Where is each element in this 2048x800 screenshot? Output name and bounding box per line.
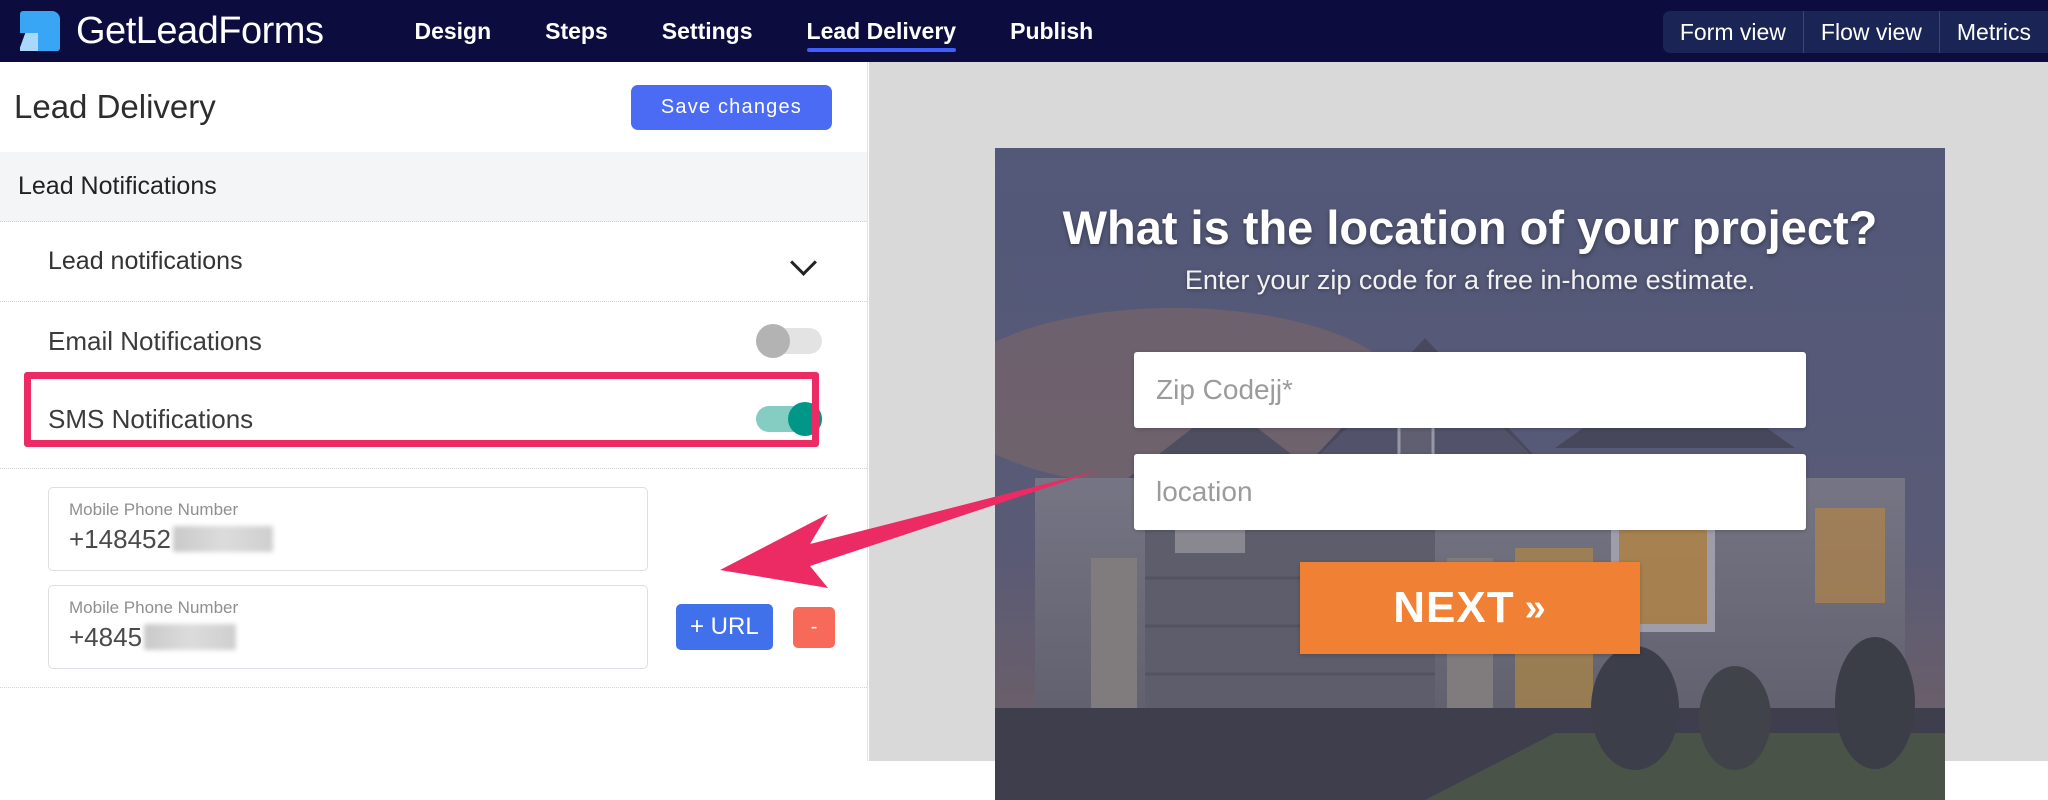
- toggle-switch-sms[interactable]: [756, 402, 822, 436]
- redacted-digits-2: [144, 624, 237, 650]
- zip-code-placeholder: Zip Codejj*: [1156, 374, 1293, 405]
- save-changes-button[interactable]: Save changes: [630, 84, 832, 130]
- sms-notifications-section: SMS Notifications: [0, 372, 867, 458]
- accordion-lead-notifications[interactable]: Lead notifications: [0, 222, 867, 302]
- panel-header: Lead Delivery Save changes: [0, 62, 867, 152]
- brand-name: GetLeadForms: [76, 9, 324, 52]
- view-button-metrics[interactable]: Metrics: [1939, 11, 2048, 53]
- primary-nav: Design Steps Settings Lead Delivery Publ…: [387, 0, 1120, 62]
- form-preview-card: What is the location of your project? En…: [995, 148, 1945, 800]
- field-value-wrap-1: +148452: [69, 521, 647, 557]
- field-value-wrap-2: +4845: [69, 619, 647, 655]
- nav-link-lead-delivery[interactable]: Lead Delivery: [806, 0, 956, 62]
- toggle-switch-email[interactable]: [756, 324, 822, 358]
- zip-code-input[interactable]: Zip Codejj*: [1134, 352, 1806, 428]
- field-caption-2: Mobile Phone Number: [69, 598, 239, 617]
- section-header-label: Lead Notifications: [18, 172, 217, 200]
- field-action-buttons: + URL -: [676, 604, 836, 650]
- mobile-phone-input-1[interactable]: Mobile Phone Number +148452: [48, 487, 648, 571]
- section-header-lead-notifications: Lead Notifications: [0, 152, 867, 222]
- field-value-2: +4845: [69, 622, 143, 652]
- double-chevron-right-icon: »: [1524, 586, 1547, 629]
- page-title: Lead Delivery: [14, 88, 216, 125]
- nav-link-publish[interactable]: Publish: [1010, 0, 1093, 62]
- lead-delivery-panel: Lead Delivery Save changes Lead Notifica…: [0, 62, 868, 761]
- toggle-row-sms-notifications[interactable]: SMS Notifications: [0, 380, 867, 458]
- nav-link-steps[interactable]: Steps: [545, 0, 608, 62]
- toggle-label-sms: SMS Notifications: [48, 403, 254, 434]
- field-caption-1: Mobile Phone Number: [69, 500, 239, 519]
- accordion-label: Lead notifications: [48, 247, 243, 275]
- add-url-button[interactable]: + URL: [676, 604, 773, 650]
- top-navigation-bar: GetLeadForms Design Steps Settings Lead …: [0, 0, 2048, 62]
- nav-link-design[interactable]: Design: [414, 0, 491, 62]
- toggle-row-email-notifications[interactable]: Email Notifications: [0, 302, 867, 380]
- phone-field-row-1: Mobile Phone Number +148452: [0, 487, 867, 571]
- phone-field-row-2: Mobile Phone Number +4845 + URL -: [0, 585, 867, 669]
- phone-number-fields: Mobile Phone Number +148452 Mobile Phone…: [0, 468, 867, 688]
- form-subheadline: Enter your zip code for a free in-home e…: [1184, 265, 1756, 295]
- form-headline: What is the location of your project?: [1062, 201, 1878, 254]
- toggle-label-email: Email Notifications: [48, 325, 262, 356]
- view-button-form[interactable]: Form view: [1662, 11, 1804, 53]
- location-input[interactable]: location: [1134, 454, 1806, 530]
- form-preview-panel: What is the location of your project? En…: [869, 62, 2048, 800]
- redacted-digits-1: [172, 526, 273, 552]
- section-divider: [0, 687, 867, 688]
- view-button-flow[interactable]: Flow view: [1803, 11, 1940, 53]
- next-button-label: NEXT: [1393, 583, 1515, 632]
- mobile-phone-input-2[interactable]: Mobile Phone Number +4845: [48, 585, 648, 669]
- field-value-1: +148452: [69, 524, 171, 554]
- remove-field-button[interactable]: -: [792, 606, 836, 648]
- view-mode-button-group: Form view Flow view Metrics: [1662, 11, 2048, 53]
- document-logo-icon: [10, 9, 62, 53]
- brand-logo[interactable]: GetLeadForms: [10, 9, 324, 53]
- form-content-overlay: What is the location of your project? En…: [995, 148, 1945, 800]
- next-button[interactable]: NEXT »: [1300, 562, 1640, 654]
- chevron-down-icon[interactable]: [790, 253, 820, 271]
- nav-link-settings[interactable]: Settings: [662, 0, 753, 62]
- location-placeholder: location: [1156, 476, 1253, 507]
